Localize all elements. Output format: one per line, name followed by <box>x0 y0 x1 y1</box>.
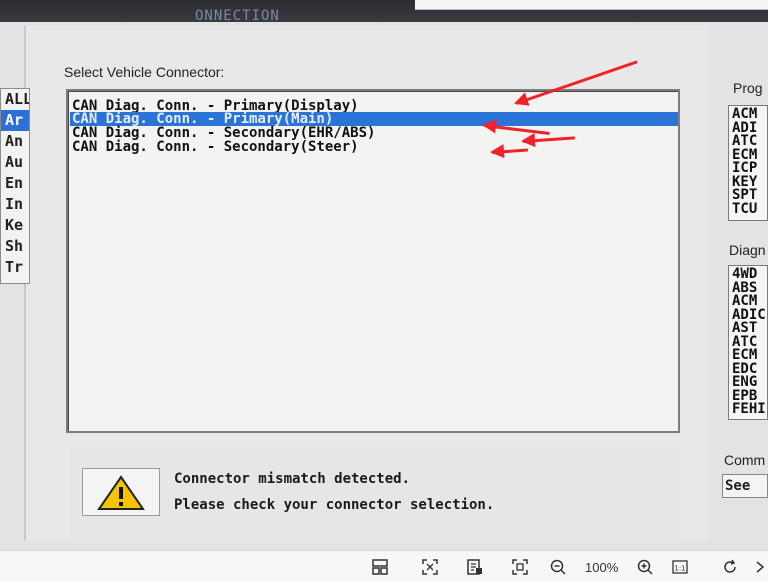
left-menu-item[interactable]: ALL <box>1 89 29 110</box>
left-menu-item[interactable]: In <box>1 194 29 215</box>
svg-text:1:1: 1:1 <box>674 565 685 573</box>
left-menu: ALL Ar An Au En In Ke Sh Tr <box>0 88 30 284</box>
left-menu-item[interactable]: Sh <box>1 236 29 257</box>
left-menu-item[interactable]: Tr <box>1 257 29 278</box>
warning-icon <box>97 475 145 510</box>
crop-frame-icon[interactable] <box>510 557 530 577</box>
programs-label: Prog <box>733 80 763 96</box>
diagnostics-list[interactable]: 4WD ABS ACM ADIC AST ATC ECM EDC ENG EPB… <box>728 265 768 420</box>
message-area <box>70 448 680 544</box>
left-menu-item[interactable]: Au <box>1 152 29 173</box>
rotate-icon[interactable] <box>720 557 740 577</box>
zoom-out-icon[interactable] <box>548 557 568 577</box>
connector-option-secondary-steer[interactable]: CAN Diag. Conn. - Secondary(Steer) <box>70 140 678 154</box>
connector-option-primary-main[interactable]: CAN Diag. Conn. - Primary(Main) <box>70 112 678 126</box>
zoom-level: 100% <box>585 560 619 575</box>
connector-listbox[interactable]: CAN Diag. Conn. - Primary(Display) CAN D… <box>66 89 680 433</box>
warning-box <box>82 468 160 516</box>
program-item[interactable]: TCU <box>729 202 767 217</box>
connector-option-secondary-ehr-abs[interactable]: CAN Diag. Conn. - Secondary(EHR/ABS) <box>70 126 678 140</box>
message-line-2: Please check your connector selection. <box>174 497 495 513</box>
actual-size-icon[interactable]: 1:1 <box>670 557 690 577</box>
left-menu-item[interactable]: Ke <box>1 215 29 236</box>
more-icon[interactable] <box>752 557 768 577</box>
fit-screen-icon[interactable] <box>420 557 440 577</box>
left-menu-item[interactable]: An <box>1 131 29 152</box>
zoom-in-icon[interactable] <box>635 557 655 577</box>
connector-label: Select Vehicle Connector: <box>64 64 225 80</box>
diagnostics-label: Diagn <box>729 242 766 258</box>
diagnostic-item[interactable]: FEHI <box>729 402 767 417</box>
comments-field[interactable]: See <box>722 474 768 498</box>
viewer-toolbar: 100% 1:1 <box>0 550 768 582</box>
programs-list[interactable]: ACM ADI ATC ECM ICP KEY SPT TCU <box>728 105 768 221</box>
layout-icon[interactable] <box>370 557 390 577</box>
top-popup-strip <box>415 0 768 10</box>
comments-label: Comm <box>724 452 766 468</box>
left-menu-item[interactable]: Ar <box>1 110 29 131</box>
left-menu-item[interactable]: En <box>1 173 29 194</box>
message-line-1: Connector mismatch detected. <box>174 471 411 487</box>
text-recognition-icon[interactable] <box>465 557 485 577</box>
